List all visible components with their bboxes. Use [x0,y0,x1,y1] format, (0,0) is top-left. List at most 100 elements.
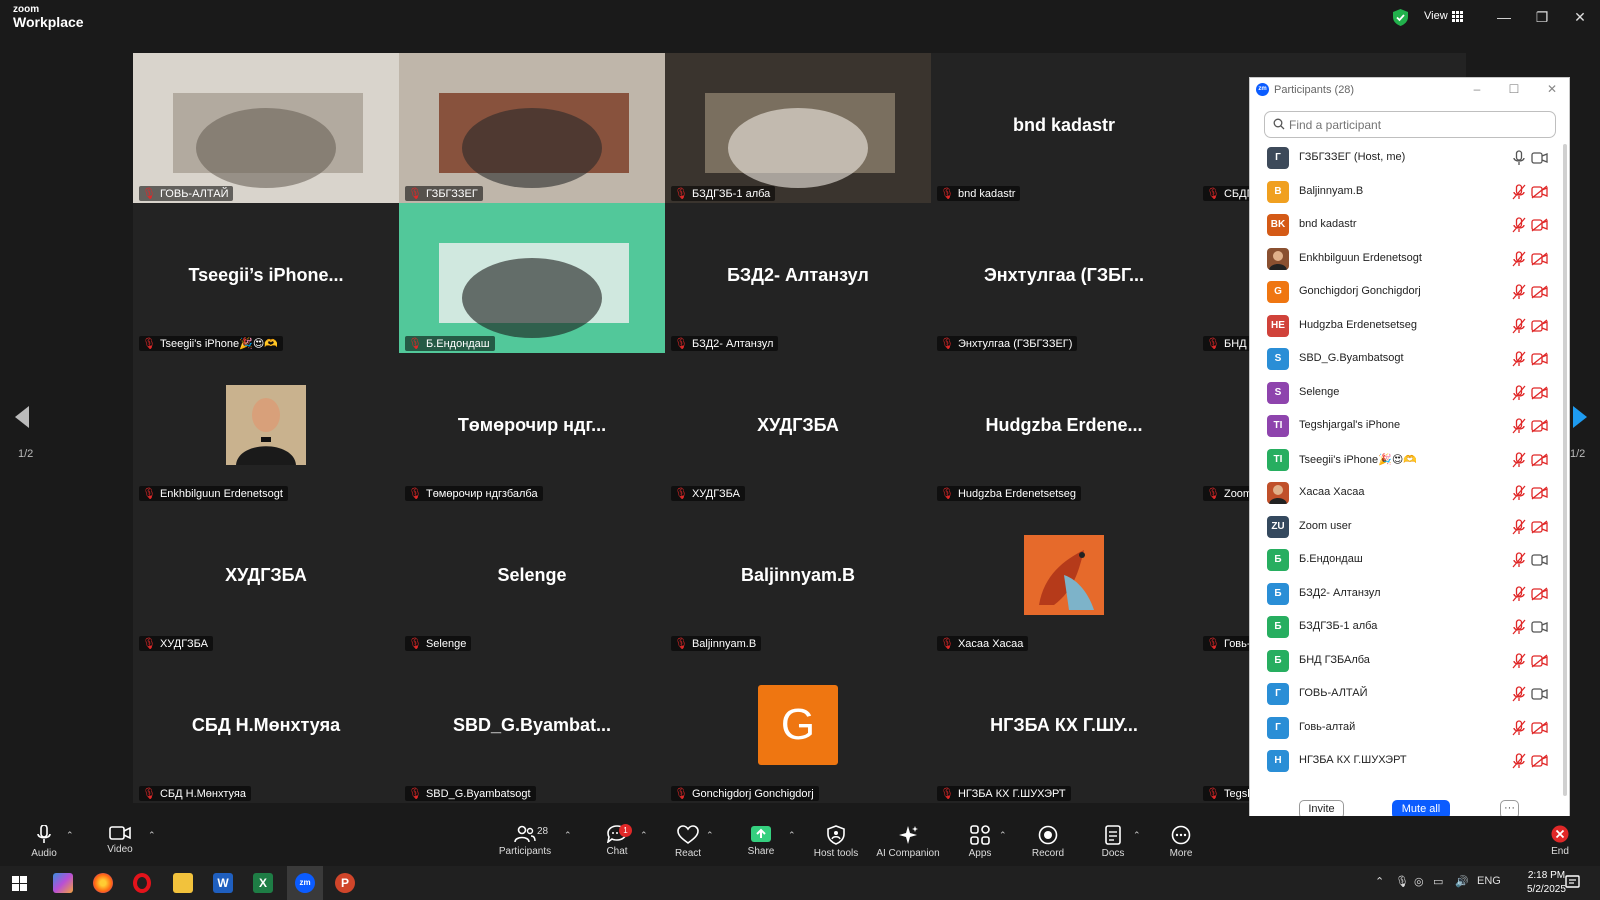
grid-view-icon[interactable] [1452,11,1463,22]
participants-options-chevron-icon[interactable]: ⌃ [564,830,572,841]
participant-row[interactable]: Г ГЗБГЗЗЕГ (Host, me) [1250,141,1560,175]
video-tile[interactable]: 🎙︎ Enkhbilguun Erdenetsogt [133,353,399,503]
participant-row[interactable]: TI Tegshjargal's iPhone [1250,409,1560,443]
microphone-muted-icon[interactable] [1512,753,1526,769]
record-button[interactable]: Record [1030,816,1066,866]
camera-on-icon[interactable] [1531,620,1548,634]
camera-off-icon[interactable] [1531,318,1548,333]
video-tile[interactable]: SBD_G.Byambat... 🎙︎ SBD_G.Byambatsogt [399,653,665,803]
language-indicator[interactable]: ENG [1477,875,1501,887]
apps-button[interactable]: Apps [964,816,996,866]
microphone-muted-icon[interactable] [1512,183,1526,200]
panel-popout-icon[interactable]: ☐ [1507,82,1521,96]
video-tile[interactable]: Tseegii’s iPhone... 🎙︎ Tseegii's iPhone🎉😍🫶 [133,203,399,353]
participant-search-input[interactable] [1264,111,1556,138]
video-tile[interactable]: bnd kadastr 🎙︎ bnd kadastr [931,53,1197,203]
windows-start-icon[interactable] [12,876,27,891]
camera-off-icon[interactable] [1531,720,1548,735]
microphone-muted-icon[interactable] [1512,552,1526,568]
video-tile[interactable]: 🎙︎ Б.Ендондаш [399,203,665,353]
microphone-muted-icon[interactable] [1512,351,1526,367]
panel-close-icon[interactable]: ✕ [1545,82,1559,96]
participant-row[interactable]: S SBD_G.Byambatsogt [1250,342,1560,376]
microphone-muted-icon[interactable] [1512,619,1526,635]
microphone-on-icon[interactable] [1512,150,1526,166]
zoom-app-taskbar-icon[interactable]: zm [295,873,315,893]
participant-row[interactable]: Б Б.Ендондаш [1250,543,1560,577]
camera-on-icon[interactable] [1531,151,1548,165]
share-options-chevron-icon[interactable]: ⌃ [788,830,796,841]
react-options-chevron-icon[interactable]: ⌃ [706,830,714,841]
microphone-muted-icon[interactable] [1512,451,1526,468]
participant-row[interactable]: B Baljinnyam.B [1250,175,1560,209]
docs-button[interactable]: Docs [1098,816,1128,866]
participant-row[interactable]: Б БЗД2- Алтанзул [1250,577,1560,611]
docs-options-chevron-icon[interactable]: ⌃ [1133,830,1141,841]
previous-page-arrow-icon[interactable] [15,406,29,428]
camera-off-icon[interactable] [1531,218,1548,232]
microphone-muted-icon[interactable] [1512,418,1526,434]
panel-minimize-icon[interactable]: – [1470,82,1484,96]
video-tile[interactable]: БЗД2- Алтанзул 🎙︎ БЗД2- Алтанзул [665,203,931,353]
notification-center-icon[interactable] [1565,875,1580,890]
tray-microphone-icon[interactable]: 🎙 [1395,875,1409,888]
opera-app-icon[interactable] [133,873,151,893]
shield-check-icon[interactable] [1393,9,1408,26]
ai-companion-button[interactable]: AI Companion [874,816,942,866]
video-tile[interactable]: G 🎙︎ Gonchigdorj Gonchigdorj [665,653,931,803]
video-tile[interactable]: Selenge 🎙︎ Selenge [399,503,665,653]
participant-row[interactable]: Хасаа Хасаа [1250,476,1560,510]
participant-row[interactable]: ZU Zoom user [1250,510,1560,544]
participant-row[interactable]: Б БЗДГЗБ-1 алба [1250,610,1560,644]
camera-off-icon[interactable] [1531,251,1548,266]
react-button[interactable]: React [672,816,704,866]
tray-overflow-chevron-icon[interactable]: ⌃ [1375,875,1384,888]
audio-button[interactable]: Audio [26,816,62,866]
tray-volume-icon[interactable]: 🔊 [1455,875,1469,888]
video-tile[interactable]: ХУДГЗБА 🎙︎ ХУДГЗБА [133,503,399,653]
copilot-app-icon[interactable] [53,873,73,893]
host-tools-button[interactable]: Host tools [810,816,862,866]
camera-off-icon[interactable] [1531,754,1548,768]
video-tile[interactable]: Энхтулгаа (ГЗБГ... 🎙︎ Энхтулгаа (ГЗБГЗЗЕГ) [931,203,1197,353]
camera-off-icon[interactable] [1531,285,1548,299]
participant-row[interactable]: BK bnd kadastr [1250,208,1560,242]
close-window-icon[interactable]: ✕ [1571,8,1589,26]
participant-row[interactable]: TI Tseegii's iPhone🎉😍🫶 [1250,443,1560,477]
video-tile[interactable]: Төмөрочир ндг... 🎙︎ Төмөрочир ндгзбалба [399,353,665,503]
participant-row[interactable]: HE Hudgzba Erdenetsetseg [1250,309,1560,343]
video-tile[interactable]: ХУДГЗБА 🎙︎ ХУДГЗБА [665,353,931,503]
video-tile[interactable]: Hudgzba Erdene... 🎙︎ Hudgzba Erdenetsetseg [931,353,1197,503]
chat-options-chevron-icon[interactable]: ⌃ [640,830,648,841]
video-tile[interactable]: 🎙︎ ГЗБГЗЗЕГ [399,53,665,203]
tray-location-icon[interactable]: ◎ [1414,875,1424,888]
participant-row[interactable]: S Selenge [1250,376,1560,410]
participant-row[interactable]: Н НГЗБА КХ Г.ШУХЭРТ [1250,744,1560,778]
system-clock[interactable]: 2:18 PM 5/2/2025 [1527,869,1566,897]
video-tile[interactable]: 🎙︎ Хасаа Хасаа [931,503,1197,653]
camera-off-icon[interactable] [1531,184,1548,199]
file-explorer-app-icon[interactable] [173,873,193,893]
video-tile[interactable]: 🎙︎ БЗДГЗБ-1 алба [665,53,931,203]
camera-off-icon[interactable] [1531,519,1548,534]
microphone-muted-icon[interactable] [1512,250,1526,267]
microphone-muted-icon[interactable] [1512,284,1526,300]
minimize-window-icon[interactable]: — [1495,8,1513,26]
camera-off-icon[interactable] [1531,452,1548,467]
powerpoint-app-icon[interactable]: P [335,873,355,893]
camera-off-icon[interactable] [1531,586,1548,601]
camera-on-icon[interactable] [1531,553,1548,567]
view-button[interactable]: View [1424,10,1448,22]
participant-row[interactable]: Г Говь-алтай [1250,711,1560,745]
firefox-app-icon[interactable] [93,873,113,893]
microphone-muted-icon[interactable] [1512,719,1526,736]
participant-row[interactable]: G Gonchigdorj Gonchigdorj [1250,275,1560,309]
participant-row[interactable]: Б БНД ГЗБАлба [1250,644,1560,678]
microphone-muted-icon[interactable] [1512,217,1526,233]
camera-off-icon[interactable] [1531,653,1548,668]
microphone-muted-icon[interactable] [1512,485,1526,501]
microphone-muted-icon[interactable] [1512,384,1526,401]
microphone-muted-icon[interactable] [1512,585,1526,602]
participant-row[interactable]: Enkhbilguun Erdenetsogt [1250,242,1560,276]
word-app-icon[interactable]: W [213,873,233,893]
